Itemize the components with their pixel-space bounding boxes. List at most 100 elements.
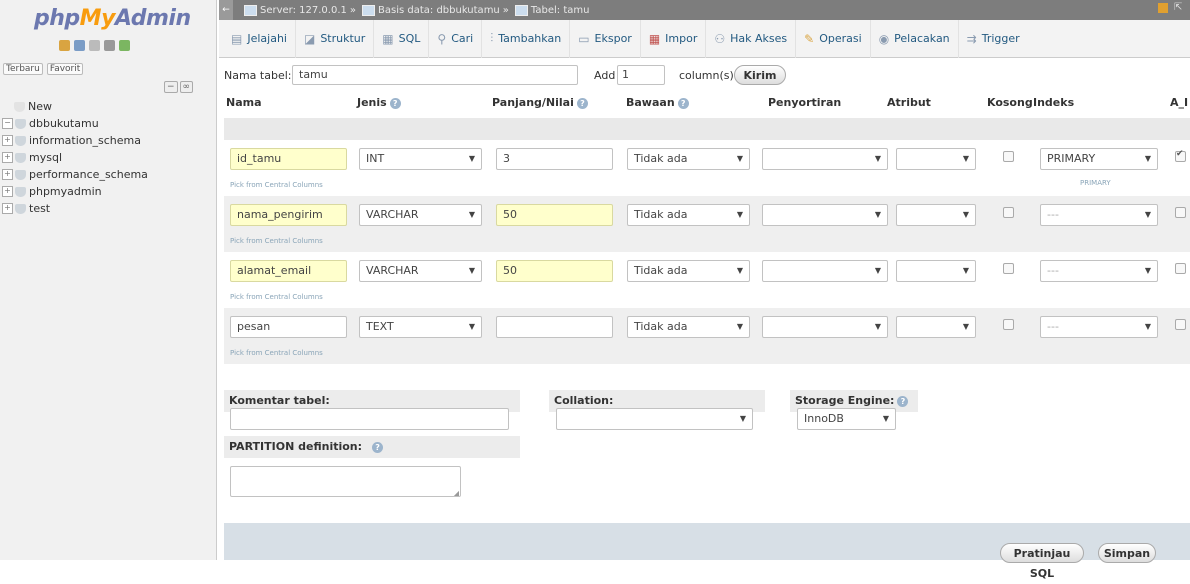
expand-icon[interactable]: + [2,203,13,214]
tree-item-mysql[interactable]: + mysql [2,151,62,164]
column-default-select[interactable]: Tidak ada ▼ [627,204,750,226]
tree-label: New [28,100,52,113]
column-collation-select[interactable]: ▼ [762,204,888,226]
settings-icon[interactable] [1158,3,1168,13]
tab-sql[interactable]: ▦ SQL [374,19,430,58]
pick-central-columns-link[interactable]: Pick from Central Columns [230,237,323,245]
column-default-select[interactable]: Tidak ada ▼ [627,260,750,282]
tree-item-test[interactable]: + test [2,202,50,215]
column-attribute-select[interactable]: ▼ [896,316,976,338]
tab-trigger[interactable]: ⇉ Trigger [959,20,1028,58]
column-default-select[interactable]: Tidak ada ▼ [627,148,750,170]
column-name-input[interactable]: pesan [230,316,347,338]
tab-operations[interactable]: ✎ Operasi [796,19,871,58]
phpmyadmin-logo[interactable]: phpMyAdmin [34,6,191,31]
auto-increment-checkbox[interactable] [1175,319,1186,330]
tree-item-dbbukutamu[interactable]: − dbbukutamu [2,117,99,130]
tab-recent[interactable]: Terbaru [3,63,43,75]
breadcrumb-table[interactable]: Tabel: tamu [531,5,590,16]
table-comment-input[interactable] [230,408,509,430]
link-icon[interactable]: ∞ [179,81,194,93]
null-checkbox[interactable] [1003,319,1014,330]
expand-icon[interactable]: + [2,186,13,197]
breadcrumb-database[interactable]: Basis data: dbbukutamu [378,5,500,16]
tree-item-phpmyadmin[interactable]: + phpmyadmin [2,185,102,198]
partition-definition-textarea[interactable]: ◢ [230,466,461,497]
tab-export[interactable]: ▭ Ekspor [570,19,641,58]
save-button[interactable]: Simpan [1098,543,1156,563]
help-icon[interactable]: ? [897,395,909,407]
null-checkbox[interactable] [1003,263,1014,274]
tab-insert[interactable]: ⫶ Tambahkan [482,19,571,58]
pick-central-columns-link[interactable]: Pick from Central Columns [230,181,323,189]
tab-search[interactable]: ⚲ Cari [429,19,483,58]
tab-structure[interactable]: ◪ Struktur [296,19,375,58]
tree-item-information-schema[interactable]: + information_schema [2,134,141,147]
null-checkbox[interactable] [1003,207,1014,218]
tab-privileges[interactable]: ⚇ Hak Akses [706,19,797,58]
column-default-select[interactable]: Tidak ada ▼ [627,316,750,338]
column-type-select[interactable]: VARCHAR ▼ [359,204,482,226]
column-index-select[interactable]: --- ▼ [1040,316,1158,338]
gear-icon[interactable] [104,40,115,51]
column-index-select[interactable]: --- ▼ [1040,260,1158,282]
column-index-select[interactable]: --- ▼ [1040,204,1158,226]
preview-sql-button[interactable]: Pratinjau SQL [1000,543,1084,580]
add-column-count-input[interactable]: 1 [617,65,665,85]
null-checkbox[interactable] [1003,151,1014,162]
table-name-input[interactable]: tamu [292,65,578,85]
expand-icon[interactable]: + [2,135,13,146]
column-type-select[interactable]: INT ▼ [359,148,482,170]
help-icon[interactable]: ? [576,97,588,109]
back-arrow-icon[interactable]: ← [219,0,233,20]
header-length-label: Panjang/Nilai [492,96,574,109]
pick-central-columns-link[interactable]: Pick from Central Columns [230,349,323,357]
column-attribute-select[interactable]: ▼ [896,148,976,170]
column-length-input[interactable]: 50 [496,204,613,226]
column-collation-select[interactable]: ▼ [762,148,888,170]
pick-central-columns-link[interactable]: Pick from Central Columns [230,293,323,301]
breadcrumb-server[interactable]: Server: 127.0.0.1 [260,5,347,16]
table-name-label: Nama tabel: [224,69,292,82]
column-collation-select[interactable]: ▼ [762,260,888,282]
collapse-all-icon[interactable]: − [164,81,178,93]
column-length-input[interactable]: 3 [496,148,613,170]
column-attribute-select[interactable]: ▼ [896,260,976,282]
submit-button[interactable]: Kirim [734,65,786,85]
docs-icon[interactable] [89,40,100,51]
auto-increment-checkbox[interactable] [1175,149,1186,162]
auto-increment-checkbox[interactable] [1175,207,1186,218]
help-icon[interactable]: ? [389,97,401,109]
collapse-icon[interactable]: − [2,118,13,129]
reload-icon[interactable] [119,40,130,51]
column-type-select[interactable]: TEXT ▼ [359,316,482,338]
expand-icon[interactable]: + [2,169,13,180]
column-type-select[interactable]: VARCHAR ▼ [359,260,482,282]
column-attribute-select[interactable]: ▼ [896,204,976,226]
tab-tracking[interactable]: ◉ Pelacakan [871,19,959,58]
tab-bar: ▤ Jelajahi ◪ Struktur ▦ SQL ⚲ Cari ⫶ Tambahka… [219,19,1190,58]
tab-import[interactable]: ▦ Impor [641,19,707,58]
exit-icon[interactable] [74,40,85,51]
tree-item-new[interactable]: New [14,100,52,113]
home-icon[interactable] [59,40,70,51]
help-icon[interactable]: ? [677,97,689,109]
tab-label: Hak Akses [730,32,788,45]
resize-handle-icon[interactable]: ◢ [453,489,459,496]
column-index-select[interactable]: PRIMARY ▼ [1040,148,1158,170]
help-icon[interactable]: ? [372,441,384,453]
auto-increment-checkbox[interactable] [1175,263,1186,274]
storage-engine-select[interactable]: InnoDB ▼ [797,408,896,430]
column-name-input[interactable]: id_tamu [230,148,347,170]
column-collation-select[interactable]: ▼ [762,316,888,338]
tab-browse[interactable]: ▤ Jelajahi [223,19,296,58]
expand-icon[interactable]: + [2,152,13,163]
column-name-input[interactable]: alamat_email [230,260,347,282]
collation-select[interactable]: ▼ [556,408,753,430]
column-length-input[interactable]: 50 [496,260,613,282]
column-name-input[interactable]: nama_pengirim [230,204,347,226]
column-length-input[interactable] [496,316,613,338]
collapse-icon[interactable]: ⇱ [1174,3,1184,13]
tree-item-performance-schema[interactable]: + performance_schema [2,168,148,181]
tab-favorites[interactable]: Favorit [46,63,84,75]
